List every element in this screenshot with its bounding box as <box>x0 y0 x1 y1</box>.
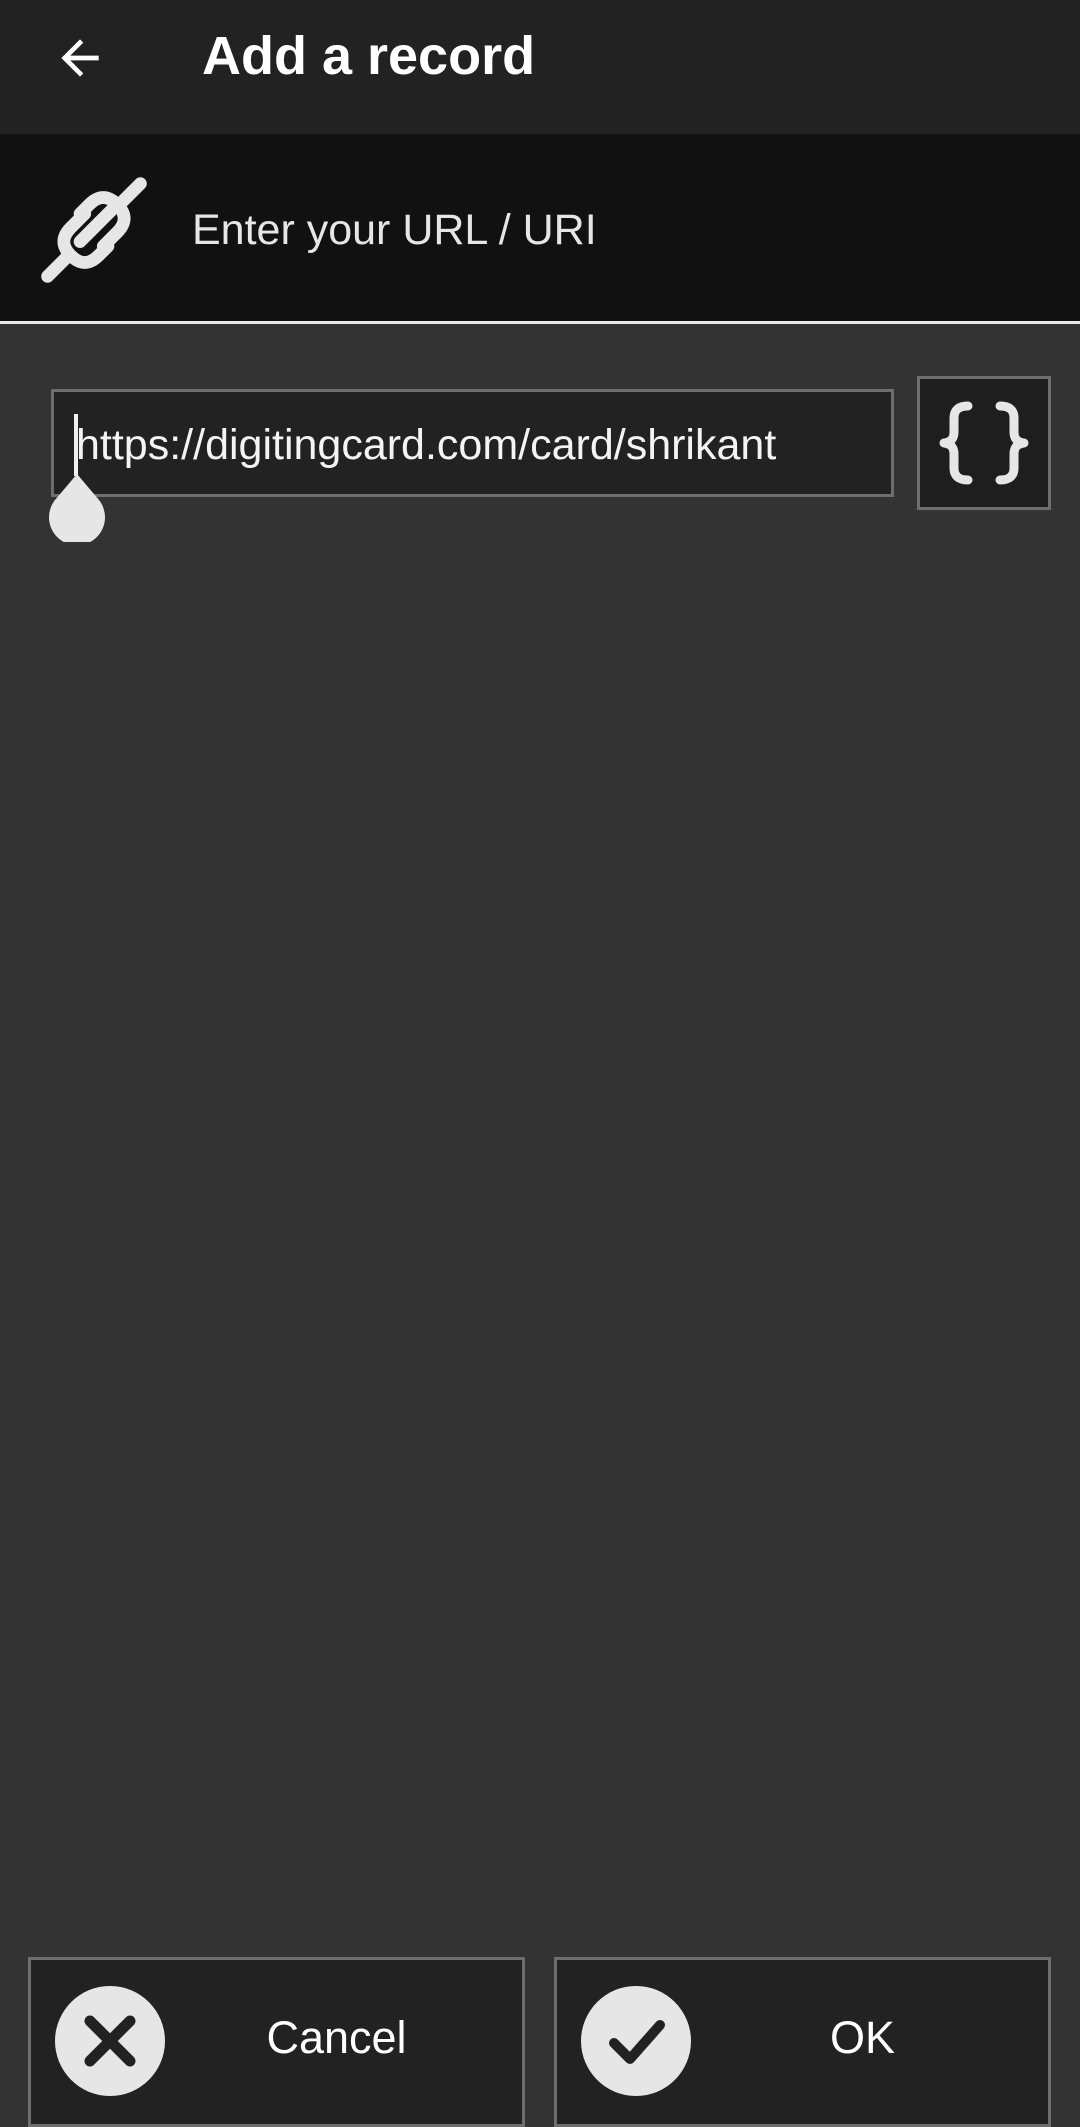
url-input[interactable]: https://digitingcard.com/card/shrikant <box>51 389 894 497</box>
close-icon <box>84 2015 136 2067</box>
header-label: Enter your URL / URI <box>192 206 597 254</box>
ok-circle <box>581 1986 691 2096</box>
curly-braces-icon <box>939 401 1029 485</box>
back-button[interactable] <box>44 22 116 94</box>
variables-button[interactable] <box>917 376 1051 510</box>
ok-label: OK <box>829 2012 896 2063</box>
text-caret <box>74 414 78 476</box>
link-icon <box>41 177 147 283</box>
record-type-header: Enter your URL / URI <box>0 134 1080 324</box>
ok-button[interactable]: OK <box>554 1957 1051 2127</box>
page-title: Add a record <box>202 26 536 86</box>
cancel-label: Cancel <box>266 2012 407 2063</box>
cancel-circle <box>55 1986 165 2096</box>
check-icon <box>609 2020 665 2064</box>
arrow-left-icon <box>61 39 99 77</box>
caret-handle[interactable] <box>48 474 106 542</box>
url-input-value: https://digitingcard.com/card/shrikant <box>76 421 777 469</box>
app-bar: Add a record <box>0 0 1080 134</box>
cancel-button[interactable]: Cancel <box>28 1957 525 2127</box>
